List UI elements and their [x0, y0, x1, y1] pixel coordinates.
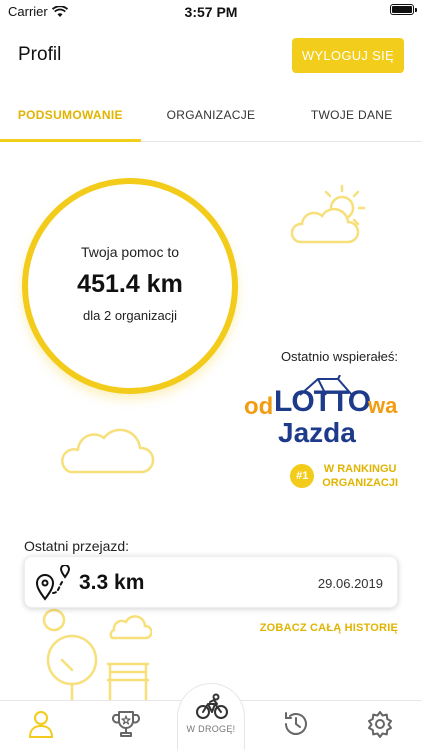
ranking-info: #1 W RANKINGU ORGANIZACJI	[290, 462, 398, 490]
sun-cloud-illustration	[290, 184, 366, 244]
organization-logo[interactable]: od LOTTO wa Jazda	[244, 375, 400, 449]
trophy-icon[interactable]	[112, 709, 140, 739]
logo-lotto: LOTTO	[274, 385, 371, 418]
rank-badge: #1	[290, 464, 315, 488]
logo-od: od	[244, 393, 274, 420]
logo-wa: wa	[368, 393, 398, 418]
tab-bar: PODSUMOWANIE ORGANIZACJE TWOJE DANE	[0, 96, 422, 142]
status-time: 3:57 PM	[184, 4, 238, 20]
settings-icon[interactable]	[366, 709, 394, 739]
go-ride-label: W DROGĘ!	[186, 724, 236, 734]
page-title: Profil	[18, 44, 62, 65]
status-bar: Carrier 3:57 PM	[0, 0, 422, 22]
summary-sub: dla 2 organizacji	[83, 308, 177, 323]
rank-line-1: W RANKINGU	[323, 463, 397, 475]
route-icon	[35, 565, 71, 601]
last-supported-label: Ostatnio wspierałeś:	[280, 349, 398, 364]
logout-button[interactable]: WYLOGUJ SIĘ	[291, 38, 404, 73]
tab-organizations[interactable]: ORGANIZACJE	[141, 96, 282, 141]
last-ride-card[interactable]: 3.3 km 29.06.2019	[24, 556, 398, 608]
small-cloud-illustration	[109, 615, 152, 640]
ride-date: 29.06.2019	[317, 576, 383, 591]
summary-value: 451.4 km	[77, 270, 183, 298]
header: Profil WYLOGUJ SIĘ	[0, 36, 422, 76]
tab-summary[interactable]: PODSUMOWANIE	[0, 96, 141, 142]
view-history-link[interactable]: ZOBACZ CAŁĄ HISTORIĘ	[260, 622, 398, 634]
go-ride-button[interactable]: W DROGĘ!	[177, 683, 245, 750]
summary-circle: Twoja pomoc to 451.4 km dla 2 organizacj…	[22, 178, 238, 394]
rank-line-2: ORGANIZACJI	[322, 477, 398, 489]
last-ride-label: Ostatni przejazd:	[24, 538, 130, 554]
history-icon[interactable]	[282, 709, 310, 739]
battery-icon	[390, 4, 417, 15]
ride-distance: 3.3 km	[79, 571, 145, 594]
tab-your-data[interactable]: TWOJE DANE	[281, 96, 422, 141]
rank-text: W RANKINGU ORGANIZACJI	[322, 462, 398, 490]
profile-icon[interactable]	[28, 709, 54, 739]
summary-label: Twoja pomoc to	[80, 244, 180, 260]
logo-jazda: Jazda	[278, 417, 356, 448]
bike-icon	[196, 693, 228, 719]
cloud-illustration	[61, 428, 155, 474]
status-right	[390, 4, 417, 15]
